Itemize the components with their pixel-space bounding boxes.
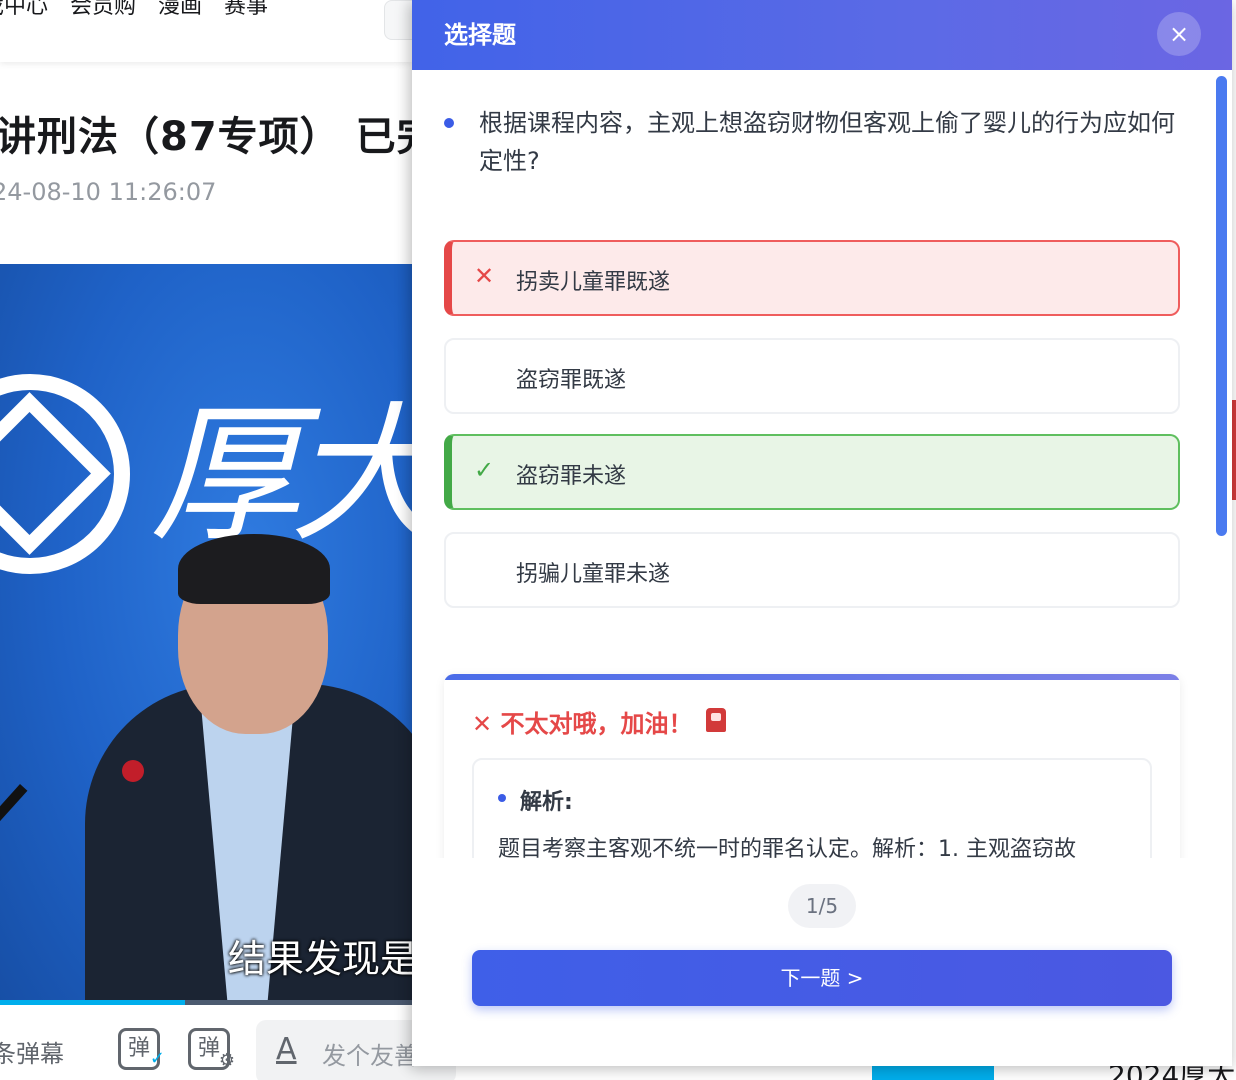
microphone-icon	[122, 760, 144, 782]
scrollbar[interactable]	[1216, 76, 1227, 536]
quiz-panel: 选择题 × 根据课程内容，主观上想盗窃财物但客观上偷了婴儿的行为应如何定性? ✕…	[412, 0, 1232, 1066]
nav-item-comics[interactable]: 漫画	[158, 0, 202, 20]
speaker-hair	[178, 534, 330, 604]
check-icon: ✓	[474, 456, 495, 484]
option-label: 盗窃罪既遂	[516, 368, 627, 393]
nav-item-vip-shop[interactable]: 会员购	[70, 0, 136, 20]
quiz-footer: 1/5 下一题 >	[412, 858, 1232, 1066]
top-nav: 戏中心 会员购 漫画 赛事	[0, 0, 412, 62]
page-indicator: 1/5	[788, 884, 856, 928]
video-player[interactable]: 厚大 结果发现是	[0, 264, 412, 1004]
danmaku-input-placeholder: 发个友善	[322, 1042, 418, 1070]
analysis-title: 解析:	[520, 790, 573, 815]
feedback-card: ✕ 不太对哦，加油！ 解析: 题目考察主客观不统一时的罪名认定。解析：1. 主观…	[444, 674, 1180, 858]
publish-date: 24-08-10 11:26:07	[0, 178, 217, 206]
analysis-box: 解析: 题目考察主客观不统一时的罪名认定。解析：1. 主观盗窃故	[472, 758, 1152, 858]
video-title: 讲刑法（87专项） 已完	[0, 114, 438, 160]
video-progress-played[interactable]	[0, 1000, 185, 1005]
next-question-button[interactable]: 下一题 >	[472, 950, 1172, 1006]
nav-item-events[interactable]: 赛事	[224, 0, 268, 20]
feedback-status: ✕ 不太对哦，加油！	[472, 710, 693, 738]
close-button[interactable]: ×	[1157, 12, 1201, 56]
video-subtitle: 结果发现是	[228, 937, 412, 981]
option-2[interactable]: 盗窃罪既遂	[444, 338, 1180, 414]
option-label: 拐卖儿童罪既遂	[516, 270, 671, 295]
question-text: 根据课程内容，主观上想盗窃财物但客观上偷了婴儿的行为应如何定性?	[479, 109, 1175, 175]
bullet-icon	[444, 118, 454, 128]
fuel-pump-icon	[706, 708, 726, 732]
bullet-icon	[498, 794, 506, 802]
text-style-icon[interactable]: A	[276, 1032, 297, 1067]
danmaku-count: 条弹幕	[0, 1040, 64, 1068]
danmaku-toggle-icon[interactable]: 弹	[118, 1028, 165, 1077]
danmaku-settings-icon[interactable]: 弹	[188, 1028, 235, 1079]
quiz-title: 选择题	[444, 21, 516, 49]
option-3[interactable]: ✓ 盗窃罪未遂	[444, 434, 1180, 510]
option-label: 拐骗儿童罪未遂	[516, 562, 671, 587]
quiz-content[interactable]: 根据课程内容，主观上想盗窃财物但客观上偷了婴儿的行为应如何定性? ✕ 拐卖儿童罪…	[412, 70, 1232, 858]
option-label: 盗窃罪未遂	[516, 464, 627, 489]
analysis-text: 题目考察主客观不统一时的罪名认定。解析：1. 主观盗窃故	[498, 837, 1076, 858]
option-1[interactable]: ✕ 拐卖儿童罪既遂	[444, 240, 1180, 316]
option-4[interactable]: 拐骗儿童罪未遂	[444, 532, 1180, 608]
video-progress-track[interactable]	[185, 1000, 412, 1005]
quiz-header: 选择题 ×	[412, 0, 1232, 70]
nav-item-game-center[interactable]: 戏中心	[0, 0, 48, 20]
wrong-icon: ✕	[474, 262, 495, 290]
feedback-accent-bar	[444, 674, 1180, 680]
nav-items: 戏中心 会员购 漫画 赛事	[0, 0, 268, 20]
